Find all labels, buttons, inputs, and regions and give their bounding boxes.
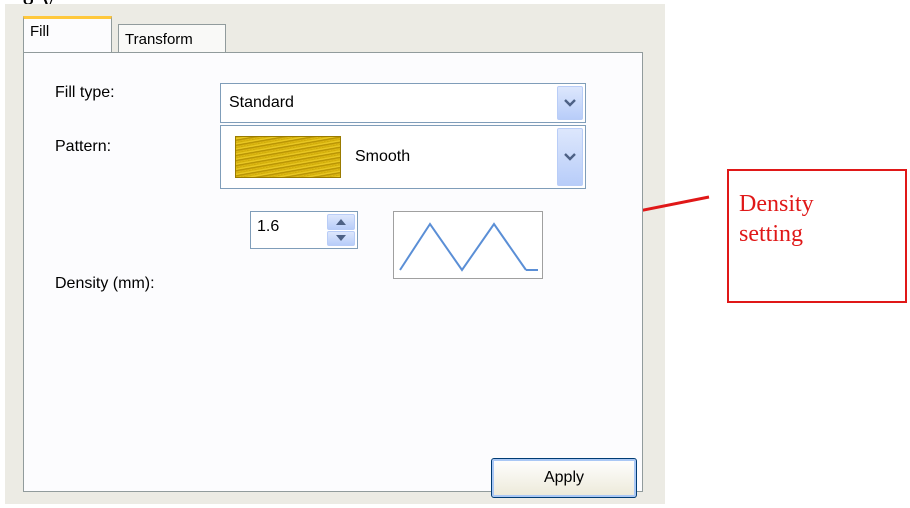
apply-button[interactable]: Apply bbox=[491, 458, 637, 498]
chevron-down-icon bbox=[564, 99, 576, 107]
settings-panel: Transform Fill Fill type: Standard Patte… bbox=[5, 4, 665, 504]
decrement-button[interactable] bbox=[327, 230, 355, 246]
pattern-value: Smooth bbox=[355, 148, 411, 165]
increment-button[interactable] bbox=[327, 214, 355, 230]
pattern-dropdown[interactable]: Smooth bbox=[220, 125, 586, 189]
callout-line-2: setting bbox=[739, 221, 803, 247]
fill-type-dropdown-button[interactable] bbox=[557, 86, 583, 120]
caret-down-icon bbox=[336, 235, 346, 242]
chevron-down-icon bbox=[564, 153, 576, 161]
density-value[interactable]: 1.6 bbox=[257, 218, 279, 236]
density-callout: Density setting bbox=[727, 169, 907, 303]
fill-type-label: Fill type: bbox=[55, 84, 115, 101]
pattern-swatch bbox=[235, 136, 341, 178]
density-label: Density (mm): bbox=[55, 275, 155, 292]
fill-type-value: Standard bbox=[229, 94, 294, 111]
density-stepper-buttons bbox=[327, 214, 355, 246]
density-preview bbox=[393, 211, 543, 279]
callout-line-1: Density bbox=[739, 191, 814, 217]
caret-up-icon bbox=[336, 218, 346, 225]
tab-transform[interactable]: Transform bbox=[118, 24, 226, 54]
fill-type-dropdown[interactable]: Standard bbox=[220, 83, 586, 123]
tab-fill[interactable]: Fill bbox=[23, 16, 112, 52]
zigzag-preview-graphic bbox=[399, 222, 538, 272]
density-stepper[interactable]: 1.6 bbox=[250, 211, 358, 249]
fill-tab-pane: Fill type: Standard Pattern: Smooth Dens… bbox=[23, 52, 643, 492]
pattern-label: Pattern: bbox=[55, 138, 112, 155]
pattern-dropdown-button[interactable] bbox=[557, 128, 583, 186]
